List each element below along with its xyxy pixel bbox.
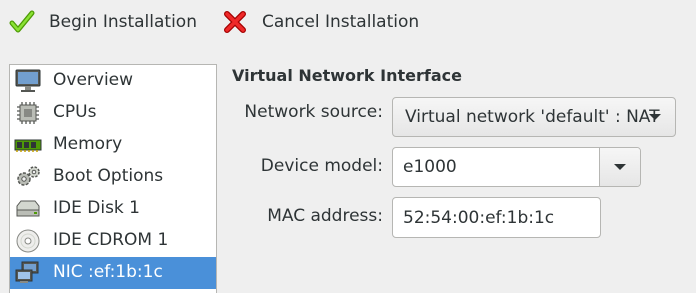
sidebar-item-label: Memory bbox=[53, 134, 123, 154]
check-icon bbox=[9, 10, 35, 33]
cdrom-icon bbox=[16, 229, 40, 253]
sidebar-item-boot-options[interactable]: Boot Options bbox=[10, 161, 216, 193]
device-model-value: e1000 bbox=[403, 157, 457, 177]
sidebar-item-overview[interactable]: Overview bbox=[10, 65, 216, 97]
cancel-installation-button[interactable]: Cancel Installation bbox=[222, 6, 419, 38]
add-hardware-window: Begin Installation Cancel Installation O… bbox=[0, 0, 696, 293]
sidebar-item-memory[interactable]: Memory bbox=[10, 129, 216, 161]
sidebar-item-cpus[interactable]: CPUs bbox=[10, 97, 216, 129]
disk-icon bbox=[16, 200, 40, 217]
mac-address-field[interactable]: 52:54:00:ef:1b:1c bbox=[392, 197, 601, 238]
begin-installation-label: Begin Installation bbox=[49, 12, 197, 32]
sidebar-item-ide-disk-1[interactable]: IDE Disk 1 bbox=[10, 193, 216, 225]
sidebar-item-label: IDE CDROM 1 bbox=[53, 230, 169, 250]
chevron-down-icon bbox=[614, 164, 626, 170]
gears-icon bbox=[17, 166, 40, 186]
monitor-icon bbox=[15, 69, 41, 92]
network-source-label: Network source: bbox=[244, 102, 383, 122]
toolbar: Begin Installation Cancel Installation bbox=[0, 0, 696, 44]
sidebar-item-nic[interactable]: NIC :ef:1b:1c bbox=[10, 257, 216, 289]
network-source-value: Virtual network 'default' : NAT bbox=[405, 107, 660, 127]
device-model-label: Device model: bbox=[260, 156, 383, 176]
hardware-list: Overview CPUs Memory Boot Options IDE Di… bbox=[9, 64, 217, 293]
device-model-combo[interactable]: e1000 bbox=[392, 147, 641, 187]
device-model-dropdown-button[interactable] bbox=[599, 148, 640, 186]
network-source-dropdown[interactable]: Virtual network 'default' : NAT bbox=[392, 97, 676, 137]
sidebar-item-label: IDE Disk 1 bbox=[53, 198, 140, 218]
sidebar-item-label: Overview bbox=[53, 70, 134, 90]
red-x-icon bbox=[224, 11, 246, 33]
sidebar-item-ide-cdrom-1[interactable]: IDE CDROM 1 bbox=[10, 225, 216, 257]
network-icon bbox=[15, 261, 39, 283]
sidebar-item-label: NIC :ef:1b:1c bbox=[53, 262, 163, 282]
mac-address-value: 52:54:00:ef:1b:1c bbox=[403, 208, 555, 228]
cpu-icon bbox=[17, 102, 39, 124]
memory-icon bbox=[14, 139, 42, 152]
sidebar-item-label: CPUs bbox=[53, 102, 97, 122]
sidebar-item-label: Boot Options bbox=[53, 166, 164, 186]
cancel-installation-label: Cancel Installation bbox=[262, 12, 420, 32]
section-title: Virtual Network Interface bbox=[232, 66, 462, 85]
mac-address-label: MAC address: bbox=[267, 206, 383, 226]
chevron-down-icon bbox=[649, 114, 661, 120]
begin-installation-button[interactable]: Begin Installation bbox=[9, 6, 197, 38]
